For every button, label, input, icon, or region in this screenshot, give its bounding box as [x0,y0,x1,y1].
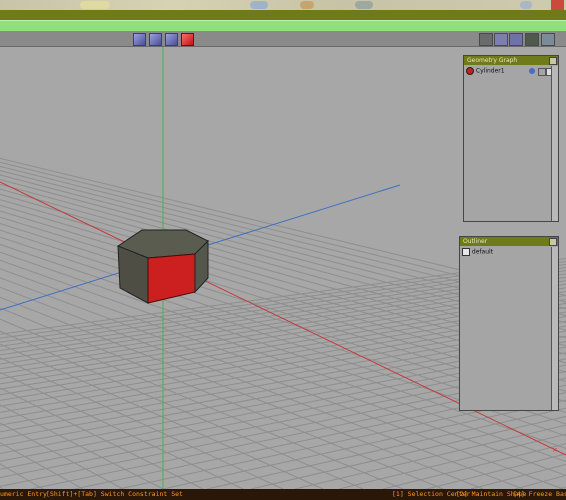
title-pill [250,1,268,9]
grid-line [0,296,484,489]
panel-scrollbar[interactable] [551,66,558,221]
layer-label: default [471,248,494,256]
grid-icon[interactable] [479,33,493,46]
node-dot-icon [466,67,474,75]
3d-viewport[interactable]: × Geometry Graph Cylinder1 Outliner defa… [0,47,566,489]
panel-title-text: Geometry Graph [467,57,518,64]
status-bar: umeric Entry [Shift]+[Tab] Switch Constr… [0,489,566,500]
status-hint: [4] Freeze Base [513,490,566,498]
title-pill [520,1,532,9]
visibility-icon[interactable] [538,68,546,76]
app-title-strip [0,0,566,10]
panel-scrollbar[interactable] [551,247,558,410]
list-item[interactable]: default [462,248,493,256]
status-hint: umeric Entry [0,490,47,498]
window-close-button[interactable] [551,0,564,10]
title-pill [80,1,110,9]
help-icon[interactable] [529,68,535,74]
cylinder-selected-face[interactable] [147,253,196,304]
cylinder-object[interactable] [116,229,209,304]
layer-icon [462,248,470,256]
outliner-panel: Outliner default [459,236,559,411]
dark-icon[interactable] [525,33,539,46]
shaded-icon[interactable] [494,33,508,46]
grid-line [0,307,444,489]
node-label: Cylinder1 [475,67,505,75]
grid-line [558,486,566,489]
texture-icon[interactable] [541,33,555,46]
x-axis-marker: × [552,446,558,454]
view-cube-1-icon[interactable] [133,33,146,46]
viewport-toolbar [0,31,566,47]
panel-title: Geometry Graph [464,56,558,65]
view-cube-red-icon[interactable] [181,33,194,46]
view-cube-2-icon[interactable] [149,33,162,46]
status-hint: [Shift]+[Tab] Switch Constraint Set [46,490,183,498]
view-cube-3-icon[interactable] [165,33,178,46]
panel-title: Outliner [460,237,558,246]
panel-close-button[interactable] [549,238,557,246]
menu-strip [0,10,566,20]
title-pill [300,1,314,9]
cube-icon[interactable] [509,33,523,46]
list-item[interactable]: Cylinder1 [466,67,505,75]
title-pill [355,1,373,9]
panel-close-button[interactable] [549,57,557,65]
geometry-graph-panel: Geometry Graph Cylinder1 [463,55,559,222]
panel-title-text: Outliner [463,238,488,245]
